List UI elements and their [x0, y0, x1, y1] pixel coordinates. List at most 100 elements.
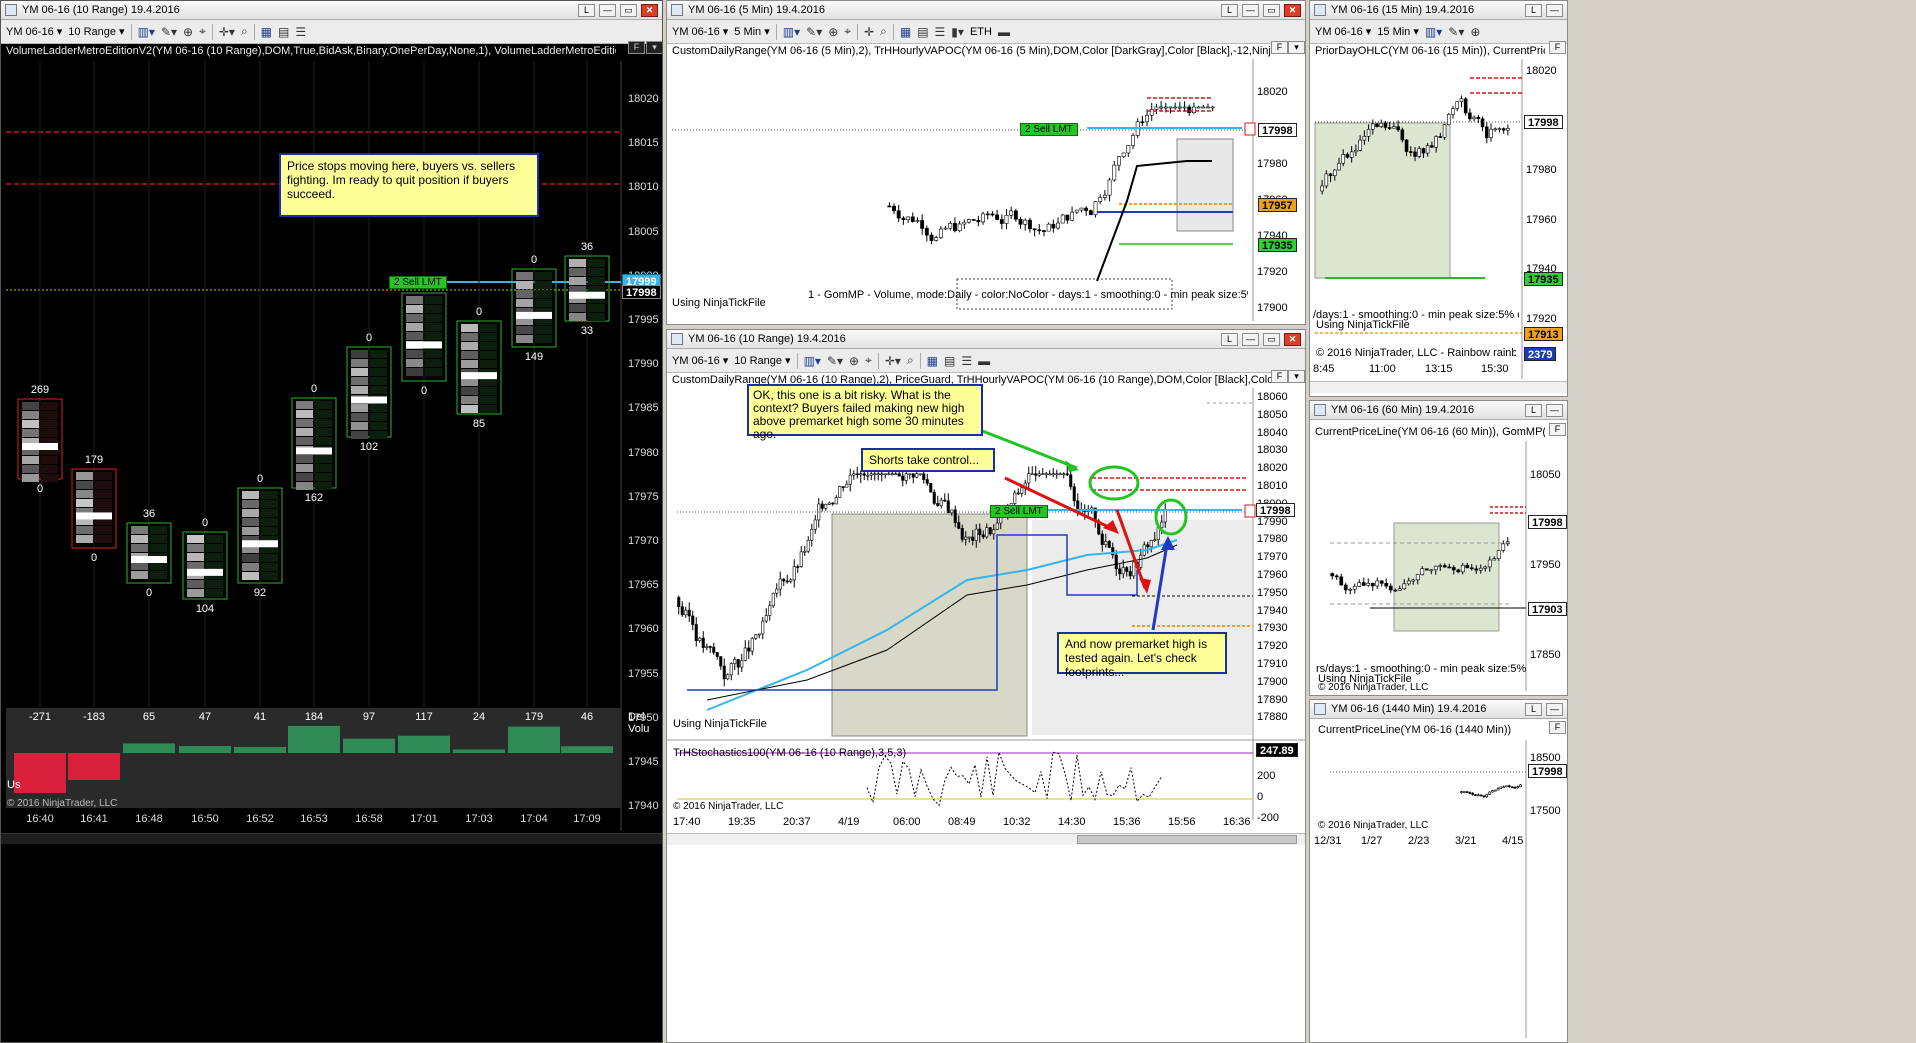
- candle-body: [1112, 164, 1117, 181]
- footprint-cell: [425, 350, 442, 358]
- candle-body: [1100, 533, 1104, 546]
- price-tick-label: 17940: [1257, 604, 1288, 617]
- time-label: 17:04: [520, 813, 548, 825]
- session-range-box: [1032, 520, 1252, 735]
- candle-body: [761, 620, 765, 635]
- h-scrollbar[interactable]: [667, 833, 1305, 845]
- candle-body: [911, 473, 915, 478]
- candle-body: [1163, 106, 1168, 109]
- sell-limit-order[interactable]: 2 Sell LMT: [389, 276, 447, 289]
- poc-highlight: [296, 447, 332, 455]
- delta-label: 46: [580, 711, 594, 723]
- candle-body: [1125, 567, 1129, 572]
- price-tick-label: 17910: [1257, 658, 1288, 670]
- candle-body: [1173, 106, 1178, 109]
- time-label: 17:03: [465, 813, 493, 825]
- candle-body: [1501, 543, 1506, 551]
- candle-body: [1160, 521, 1164, 528]
- candle-body: [1051, 473, 1055, 476]
- footprint-cell: [315, 410, 332, 418]
- time-label: 2/23: [1408, 835, 1430, 847]
- price-tick-label: 18010: [1257, 480, 1288, 492]
- candle-body: [1502, 786, 1505, 789]
- candle-body: [1328, 173, 1333, 176]
- footprint-cell: [76, 490, 93, 498]
- time-label: 16:36: [1223, 816, 1251, 828]
- cancel-order-icon: [1244, 122, 1256, 136]
- candle-body: [1182, 106, 1187, 109]
- candle-body: [1037, 473, 1041, 476]
- footprint-cell: [41, 402, 58, 410]
- bar-total-top: 0: [310, 383, 318, 395]
- chart-annotation: Price stops moving here, buyers vs. sell…: [279, 153, 539, 217]
- time-label: 15:56: [1168, 816, 1196, 828]
- price-tick-label: 17950: [1530, 559, 1561, 571]
- sell-limit-order[interactable]: 2 Sell LMT: [990, 505, 1048, 518]
- copyright: © 2016 NinjaTrader, LLC: [1318, 682, 1429, 693]
- h-scrollbar[interactable]: [1310, 381, 1567, 393]
- footprint-cell: [461, 396, 478, 404]
- candle-body: [1168, 106, 1173, 109]
- candle-body: [694, 624, 698, 641]
- candle-body: [1393, 589, 1398, 592]
- candle-body: [1016, 492, 1020, 495]
- annotation-shorts: Shorts take control...: [861, 448, 995, 472]
- footprint-cell: [206, 553, 223, 561]
- candle-body: [1460, 564, 1465, 573]
- footprint-cell: [41, 465, 58, 473]
- price-tick-label: 18050: [1530, 469, 1561, 481]
- footprint-cell: [461, 360, 478, 368]
- candle-body: [938, 228, 943, 238]
- candle-body: [1102, 194, 1107, 198]
- price-tick-label: 18005: [628, 225, 659, 238]
- candle-body: [1013, 210, 1018, 220]
- price-tick-label: 17980: [1526, 164, 1557, 176]
- time-label: 16:48: [135, 813, 163, 825]
- candle-body: [1508, 785, 1511, 788]
- footprint-cell: [406, 359, 423, 367]
- footprint-cell: [315, 482, 332, 490]
- price-chart-5min: [672, 59, 1256, 321]
- footprint-cell: [41, 420, 58, 428]
- candle-body: [1027, 219, 1032, 230]
- candle-body: [1210, 106, 1215, 109]
- candle-body: [1114, 554, 1118, 570]
- candle-body: [896, 210, 901, 219]
- bar-total-bottom: 0: [420, 385, 428, 397]
- candle-body: [1451, 108, 1455, 115]
- candle-body: [1058, 473, 1062, 476]
- footer-data-source: Using NinjaTickFile: [673, 718, 767, 730]
- candle-body: [1341, 154, 1345, 164]
- price-tick-label: 17900: [1257, 675, 1288, 688]
- footprint-cell: [351, 404, 368, 412]
- candle-body: [1354, 150, 1358, 153]
- candle-body: [1324, 173, 1329, 187]
- scroll-thumb[interactable]: [1077, 835, 1297, 844]
- candle-body: [904, 473, 908, 481]
- candle-body: [1447, 114, 1451, 125]
- sell-limit-order[interactable]: 2 Sell LMT: [1020, 123, 1078, 136]
- bar-total-bottom: 0: [36, 483, 44, 495]
- footprint-cell: [242, 554, 259, 562]
- time-label: 16:58: [355, 813, 383, 825]
- footer-data-source: Using NinjaTickFile: [1316, 319, 1410, 331]
- price-tick-label: 18040: [1257, 426, 1288, 439]
- candle-body: [1421, 148, 1426, 154]
- footprint-cell: [425, 305, 442, 313]
- footprint-cell: [480, 405, 497, 413]
- window-5min: YM 06-16 (5 Min) 19.4.2016 L — ▭ ✕ YM 06…: [666, 0, 1306, 325]
- candle-body: [1118, 568, 1122, 575]
- candle-body: [1357, 582, 1362, 587]
- candle-body: [1471, 792, 1474, 795]
- price-tag: 17998: [1528, 764, 1567, 778]
- bar-total-top: 179: [84, 454, 104, 466]
- time-label: 16:50: [191, 813, 219, 825]
- candle-body: [729, 663, 733, 676]
- footprint-cell: [461, 387, 478, 395]
- h-scrollbar[interactable]: [1, 833, 662, 844]
- candle-body: [757, 633, 761, 636]
- footprint-cell: [425, 314, 442, 322]
- footprint-cell: [516, 272, 533, 280]
- price-tag-last: 17998: [622, 285, 661, 299]
- candle-body: [1501, 128, 1506, 131]
